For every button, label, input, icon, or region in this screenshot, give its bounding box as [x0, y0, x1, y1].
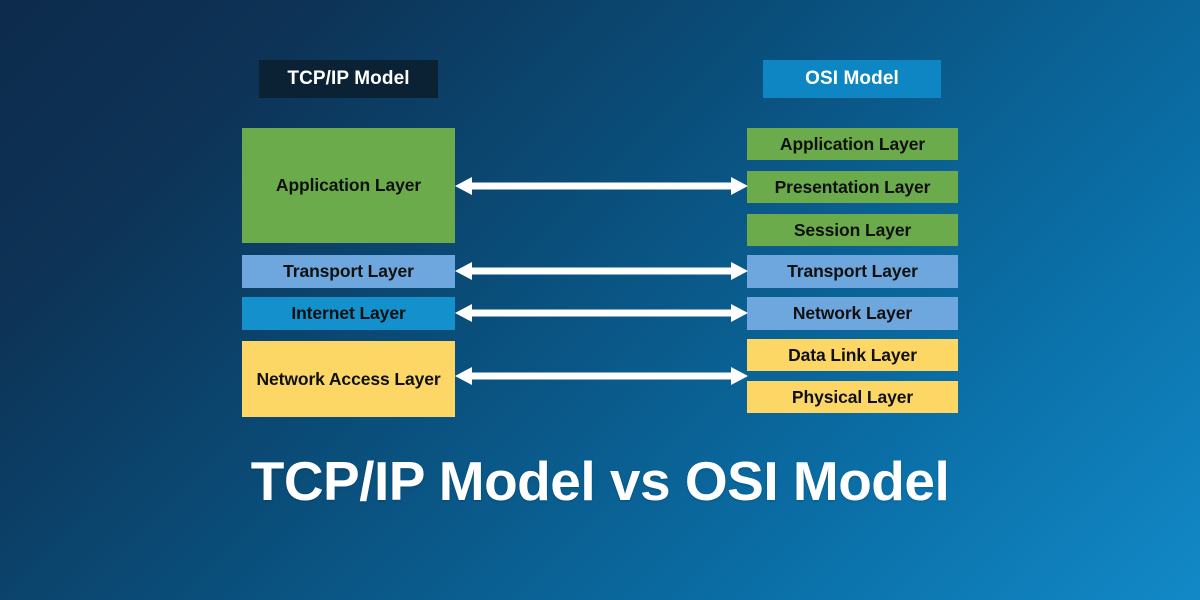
tcpip-layer-transport: Transport Layer: [242, 255, 455, 288]
double-arrow-icon-internet-network: [455, 302, 748, 324]
tcpip-layer-network-access: Network Access Layer: [242, 341, 455, 417]
tcpip-layer-internet: Internet Layer: [242, 297, 455, 330]
double-arrow-icon-network-access: [455, 365, 748, 387]
column-header-tcpip: TCP/IP Model: [259, 60, 438, 98]
osi-layer-transport: Transport Layer: [747, 255, 958, 288]
tcpip-layer-application: Application Layer: [242, 128, 455, 243]
osi-layer-network: Network Layer: [747, 297, 958, 330]
osi-layer-application: Application Layer: [747, 128, 958, 160]
double-arrow-icon-application: [455, 175, 748, 197]
osi-layer-session: Session Layer: [747, 214, 958, 246]
diagram-title: TCP/IP Model vs OSI Model: [250, 450, 950, 512]
osi-layer-physical: Physical Layer: [747, 381, 958, 413]
diagram-canvas: TCP/IP Model OSI Model Application Layer…: [0, 0, 1200, 600]
osi-layer-data-link: Data Link Layer: [747, 339, 958, 371]
osi-layer-presentation: Presentation Layer: [747, 171, 958, 203]
column-header-osi: OSI Model: [763, 60, 941, 98]
double-arrow-icon-transport: [455, 260, 748, 282]
